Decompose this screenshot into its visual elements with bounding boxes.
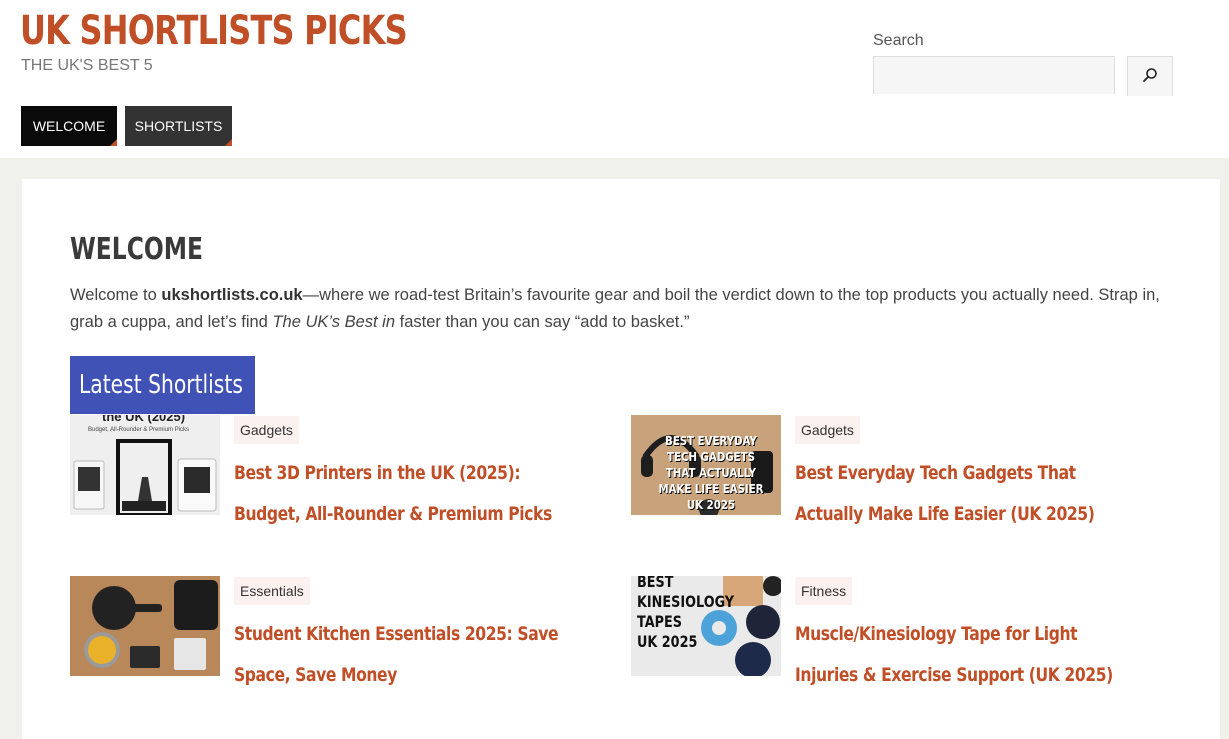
search-input[interactable] (873, 56, 1115, 94)
latest-heading-text: Latest Shortlists (79, 370, 243, 400)
search-label: Search (873, 32, 924, 49)
nav-item-shortlists[interactable]: SHORTLISTS (125, 106, 232, 146)
intro-emphasis: The UK’s Best in (272, 313, 396, 331)
thumbnail-caption: BEST KINESIOLOGY TAPES UK 2025 (637, 576, 734, 652)
search-button[interactable] (1127, 56, 1173, 96)
category-badge[interactable]: Essentials (234, 577, 310, 605)
post-item: Essentials Student Kitchen Essentials 20… (70, 576, 610, 696)
category-badge[interactable]: Gadgets (234, 416, 299, 444)
intro-text: faster than you can say “add to basket.” (395, 313, 690, 331)
thumbnail-caption: the UK (2025) (102, 415, 186, 424)
caption-line: BEST (637, 576, 674, 591)
site-tagline: THE UK'S BEST 5 (21, 57, 153, 74)
nav-item-welcome[interactable]: WELCOME (21, 106, 117, 146)
thumbnail-subcaption: Budget, All-Rounder & Premium Picks (88, 427, 190, 433)
intro-paragraph: Welcome to ukshortlists.co.uk—where we r… (70, 282, 1170, 336)
intro-text: Welcome to (70, 286, 162, 304)
latest-shortlists-heading: Latest Shortlists (70, 356, 255, 414)
post-item: BEST KINESIOLOGY TAPES UK 2025 Fitness M… (631, 576, 1171, 696)
post-title-link[interactable]: Student Kitchen Essentials 2025: Save Sp… (234, 614, 578, 696)
category-badge[interactable]: Fitness (795, 577, 853, 605)
post-thumbnail[interactable] (70, 576, 220, 676)
post-title-link[interactable]: Best Everyday Tech Gadgets That Actually… (795, 453, 1139, 535)
nav-corner-accent (110, 139, 117, 146)
post-item: BEST EVERYDAY TECH GADGETS THAT ACTUALLY… (631, 415, 1171, 535)
caption-line: KINESIOLOGY (637, 592, 735, 611)
post-item: the UK (2025) Budget, All-Rounder & Prem… (70, 415, 610, 535)
post-thumbnail[interactable]: BEST EVERYDAY TECH GADGETS THAT ACTUALLY… (631, 415, 781, 515)
search-icon (1142, 67, 1158, 86)
post-title-link[interactable]: Muscle/Kinesiology Tape for Light Injuri… (795, 614, 1139, 696)
post-thumbnail[interactable]: BEST KINESIOLOGY TAPES UK 2025 (631, 576, 781, 676)
post-thumbnail[interactable]: the UK (2025) Budget, All-Rounder & Prem… (70, 415, 220, 515)
category-badge[interactable]: Gadgets (795, 416, 860, 444)
nav-item-label: WELCOME (32, 118, 106, 134)
page-title: WELCOME (70, 232, 204, 267)
site-header: UK SHORTLISTS PICKS THE UK'S BEST 5 Sear… (0, 0, 1229, 158)
nav-item-label: SHORTLISTS (134, 118, 223, 134)
intro-site-name: ukshortlists.co.uk (161, 286, 303, 304)
nav-corner-accent (225, 139, 232, 146)
post-title-link[interactable]: Best 3D Printers in the UK (2025): Budge… (234, 453, 578, 535)
site-title[interactable]: UK SHORTLISTS PICKS (20, 6, 408, 56)
caption-line: TAPES (637, 612, 682, 631)
caption-line: UK 2025 (637, 632, 698, 651)
thumbnail-caption: BEST EVERYDAY TECH GADGETS THAT ACTUALLY… (658, 434, 764, 512)
